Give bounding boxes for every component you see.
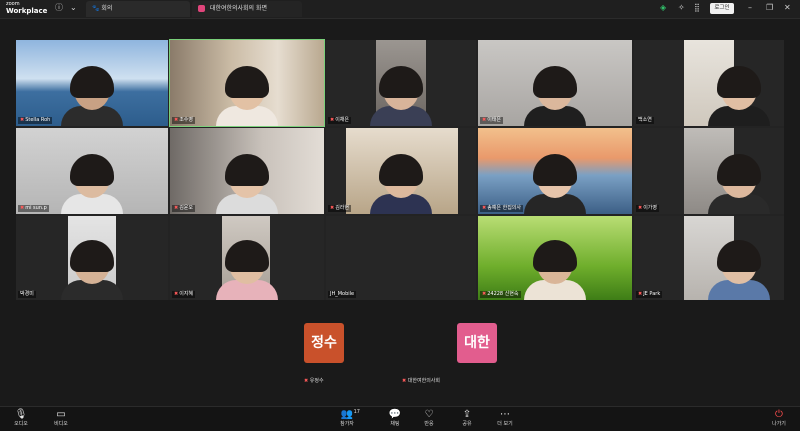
participant-name: ✖이지혜	[172, 291, 196, 298]
video-tile[interactable]: ✖송예은 한집의사	[478, 128, 632, 214]
share-button[interactable]: ⇪ 공유	[452, 409, 482, 428]
mic-muted-icon: ✖	[638, 205, 643, 211]
mic-muted-icon: ✖	[20, 205, 25, 211]
tab-webinar[interactable]: 대한여한의사회의 화면	[192, 1, 302, 17]
mic-muted-icon: ✖	[20, 117, 25, 123]
participants-count: 17	[353, 409, 360, 415]
participant-avatar[interactable]: 대한	[457, 323, 497, 363]
video-tile-speaking[interactable]: ✖조수영	[169, 39, 325, 127]
video-tile[interactable]: 박경미	[16, 216, 168, 300]
participant-video	[216, 154, 278, 214]
participant-video	[216, 240, 278, 300]
video-tile[interactable]: 백소연	[634, 40, 784, 126]
tab-meeting-label: 회의	[101, 5, 113, 12]
participant-video	[216, 66, 278, 126]
zoom-workplace-logo: zoom Workplace	[6, 1, 48, 15]
meeting-toolbar: 🎙 오디오 ▭ 비디오 👥 17 참가자 💬 채팅 ♡ 반응 ⇪ 공유 ⋯ 더 보기 ⏻ 나가기	[0, 406, 800, 431]
mic-muted-icon: ✖	[482, 117, 487, 123]
sparkle-icon[interactable]: ✧	[678, 3, 685, 13]
participant-video	[524, 66, 586, 126]
video-tile[interactable]: ✖이가영	[634, 128, 784, 214]
mic-muted-icon: ✖	[482, 291, 487, 297]
camera-icon: ▭	[56, 409, 66, 420]
video-button[interactable]: ▭ 비디오	[46, 409, 76, 428]
chat-button[interactable]: 💬 채팅	[380, 409, 410, 428]
paw-icon: 🐾	[92, 5, 100, 12]
video-tile[interactable]: ✖JE Park	[634, 216, 784, 300]
participant-video	[524, 154, 586, 214]
exit-icon: ⏻	[775, 409, 783, 420]
more-dots-icon: ⋯	[500, 409, 510, 420]
video-tile[interactable]: ✖Stella Roh	[16, 40, 168, 126]
participant-video	[708, 154, 770, 214]
login-button[interactable]: 로그인	[710, 3, 734, 14]
mic-muted-icon: ✖	[304, 378, 309, 384]
mic-muted-icon: ✖	[330, 205, 335, 211]
participant-name: 백소연	[636, 117, 654, 124]
info-icon[interactable]: ⓘ	[55, 3, 63, 13]
mic-muted-icon: ✖	[330, 117, 335, 123]
participant-name: ✖JE Park	[636, 291, 663, 298]
participant-name: ✖김라현	[328, 205, 352, 212]
close-icon[interactable]: ✕	[784, 3, 791, 13]
participant-name: ✖송예은 한집의사	[480, 205, 523, 212]
participant-video	[708, 240, 770, 300]
video-tile[interactable]: ✖김라현	[326, 128, 476, 214]
video-tile[interactable]: ✖24228 신현숙	[478, 216, 632, 300]
video-tile-no-video[interactable]: JH_Mobile	[326, 216, 476, 300]
video-tile[interactable]: ✖이태은	[478, 40, 632, 126]
shield-check-icon[interactable]: ◈	[660, 3, 666, 13]
tab-webinar-label: 대한여한의사회의 화면	[209, 5, 268, 12]
participant-name: ✖조수영	[172, 117, 196, 124]
heart-icon: ♡	[424, 409, 434, 420]
participant-name: ✖김윤오	[172, 205, 196, 212]
minimize-icon[interactable]: –	[748, 3, 752, 13]
participant-video	[370, 66, 432, 126]
participant-video	[61, 154, 123, 214]
mic-muted-icon: ✖	[402, 378, 407, 384]
participants-button[interactable]: 👥 17 참가자	[332, 409, 362, 428]
participant-video	[61, 66, 123, 126]
participant-name: ✖이태은	[480, 117, 504, 124]
leave-button[interactable]: ⏻ 나가기	[764, 409, 794, 428]
participant-name: ✖Stella Roh	[18, 117, 53, 124]
mic-muted-icon: ✖	[174, 291, 179, 297]
title-bar: zoom Workplace ⓘ ⌄ 🐾 회의 대한여한의사회의 화면 ◈ ✧ ⣿…	[0, 0, 800, 19]
mic-muted-icon: ✖	[174, 205, 179, 211]
video-tile[interactable]: ✖김윤오	[170, 128, 324, 214]
react-button[interactable]: ♡ 반응	[414, 409, 444, 428]
participant-name: ✖mi sun.p	[18, 205, 49, 212]
mic-muted-icon: ✖	[174, 117, 179, 123]
video-tile[interactable]: ✖이지혜	[170, 216, 324, 300]
participant-name: ✖ 대한여한의사회	[402, 378, 440, 384]
apps-grid-icon[interactable]: ⣿	[694, 3, 700, 13]
participant-name: JH_Mobile	[328, 291, 357, 298]
share-screen-icon: ⇪	[462, 409, 472, 420]
participant-name: ✖이채은	[328, 117, 352, 124]
participant-avatar[interactable]: 정수	[304, 323, 344, 363]
tab-meeting[interactable]: 🐾 회의	[86, 1, 190, 17]
more-button[interactable]: ⋯ 더 보기	[490, 409, 520, 428]
host-badge-icon	[198, 5, 205, 12]
microphone-icon: 🎙	[14, 409, 28, 420]
chevron-down-icon[interactable]: ⌄	[70, 3, 77, 13]
mic-muted-icon: ✖	[638, 291, 643, 297]
restore-icon[interactable]: ❐	[766, 3, 773, 13]
participant-video	[524, 240, 586, 300]
participant-name: 박경미	[18, 291, 36, 298]
participant-name: ✖24228 신현숙	[480, 291, 521, 298]
participant-name: ✖이가영	[636, 205, 660, 212]
video-tile[interactable]: ✖이채은	[326, 40, 476, 126]
participant-name: ✖ 유정수	[304, 378, 324, 384]
participant-video	[61, 240, 123, 300]
video-tile[interactable]: ✖mi sun.p	[16, 128, 168, 214]
participant-video	[370, 154, 432, 214]
gallery-view: ✖Stella Roh ✖조수영 ✖이채은 ✖이태은 백소연 ✖mi sun.p…	[16, 39, 784, 300]
participant-video	[708, 66, 770, 126]
audio-button[interactable]: 🎙 오디오	[6, 409, 36, 428]
mic-muted-icon: ✖	[482, 205, 487, 211]
chat-bubble-icon: 💬	[388, 409, 402, 420]
